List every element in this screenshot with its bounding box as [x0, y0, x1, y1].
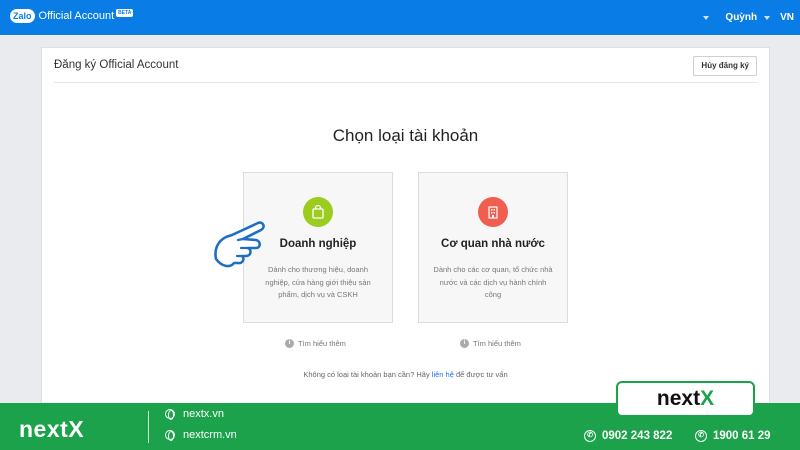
website-label: nextx.vn: [183, 408, 224, 420]
divider: [54, 82, 757, 83]
brand-prefix: next: [19, 416, 69, 442]
beta-badge: BETA: [116, 9, 134, 17]
hotline-mobile[interactable]: ✆ 0902 243 822: [584, 430, 672, 442]
pointing-hand-icon: [210, 215, 268, 278]
phone-icon: ✆: [584, 430, 596, 442]
shopping-bag-icon: [303, 197, 333, 227]
hotline-landline[interactable]: ✆ 1900 61 29: [695, 430, 771, 442]
website-label: nextcrm.vn: [183, 429, 237, 441]
account-type-card-government[interactable]: Cơ quan nhà nước Dành cho các cơ quan, t…: [418, 172, 568, 323]
website-link-nextx[interactable]: nextx.vn: [165, 408, 224, 420]
learn-more-label: Tìm hiểu thêm: [298, 339, 346, 348]
language-selector[interactable]: VN: [780, 12, 794, 23]
phone-icon: ✆: [695, 430, 707, 442]
contact-link[interactable]: liên hệ: [432, 370, 454, 379]
website-link-nextcrm[interactable]: nextcrm.vn: [165, 429, 237, 441]
dropdown-caret-icon[interactable]: [703, 15, 710, 20]
brand-badge-prefix: next: [656, 387, 701, 410]
cancel-registration-button[interactable]: Hủy đăng ký: [693, 56, 757, 76]
building-icon: [478, 197, 508, 227]
brand-logo: nextX: [19, 416, 84, 443]
registration-panel: Đăng ký Official Account Hủy đăng ký Chọ…: [41, 47, 770, 417]
zalo-logo-mark: Zalo: [10, 9, 35, 23]
learn-more-link-business[interactable]: i Tìm hiểu thêm: [285, 339, 346, 348]
zalo-oa-logo[interactable]: Zalo Official Account BETA: [10, 9, 134, 23]
card-description: Dành cho thương hiệu, doanh nghiệp, cửa …: [265, 265, 371, 299]
divider: [148, 411, 149, 443]
choose-account-heading: Chọn loại tài khoản: [332, 126, 479, 145]
globe-icon: [165, 409, 175, 420]
globe-icon: [165, 430, 175, 441]
card-description: Dành cho các cơ quan, tổ chức nhà nước v…: [433, 265, 553, 299]
info-icon: i: [460, 339, 469, 348]
card-title: Cơ quan nhà nước: [441, 238, 545, 250]
contact-note: Không có loại tài khoản bạn cần? Hãy liê…: [42, 370, 769, 379]
user-menu-caret-icon[interactable]: [764, 15, 771, 20]
contact-note-suffix: để được tư vấn: [453, 370, 508, 379]
brand-badge: nextX: [616, 381, 755, 417]
top-bar: Zalo Official Account BETA Quỳnh VN: [0, 0, 800, 35]
info-icon: i: [285, 339, 294, 348]
learn-more-link-government[interactable]: i Tìm hiểu thêm: [460, 339, 521, 348]
user-name[interactable]: Quỳnh: [725, 12, 757, 23]
phone-number: 1900 61 29: [713, 430, 771, 442]
app-title: Official Account: [38, 10, 115, 22]
page-title: Đăng ký Official Account: [54, 59, 179, 71]
phone-number: 0902 243 822: [602, 430, 673, 442]
brand-badge-suffix: X: [700, 387, 715, 410]
contact-note-prefix: Không có loại tài khoản bạn cần? Hãy: [303, 370, 432, 379]
brand-suffix: X: [68, 416, 85, 442]
learn-more-label: Tìm hiểu thêm: [473, 339, 521, 348]
